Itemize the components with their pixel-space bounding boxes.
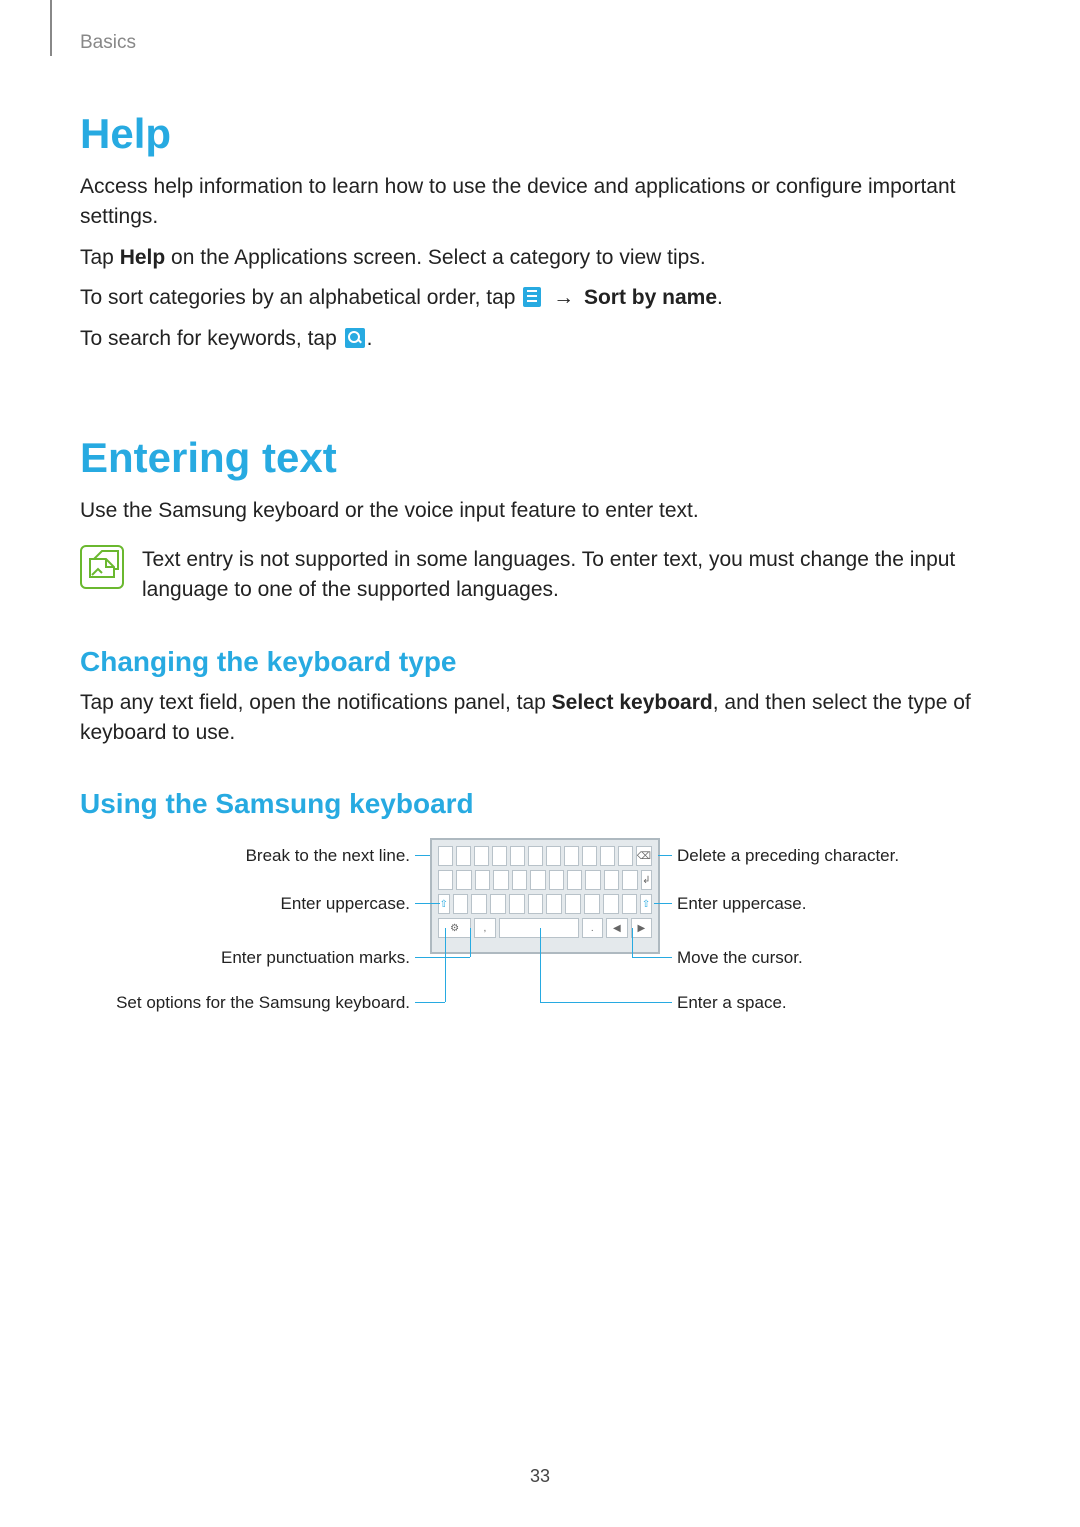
lead-line bbox=[540, 928, 541, 1002]
lead-line bbox=[632, 928, 633, 957]
heading-using-samsung-keyboard: Using the Samsung keyboard bbox=[80, 788, 1000, 820]
key-generic bbox=[622, 870, 637, 890]
key-backspace: ⌫ bbox=[636, 846, 652, 866]
lead-line bbox=[415, 903, 440, 904]
keyboard-graphic: ⌫ ↲ ⇧ ⇧ ⚙ , . ◀ ▶ bbox=[430, 838, 660, 954]
text-fragment: To sort categories by an alphabetical or… bbox=[80, 286, 521, 309]
key-generic bbox=[603, 894, 619, 914]
callout-break-line: Break to the next line. bbox=[80, 846, 410, 866]
key-generic bbox=[600, 846, 615, 866]
text-fragment: Tap bbox=[80, 246, 120, 269]
key-generic bbox=[471, 894, 487, 914]
key-generic bbox=[474, 846, 489, 866]
text-fragment: on the Applications screen. Select a cat… bbox=[165, 246, 705, 269]
key-generic bbox=[528, 846, 543, 866]
keyboard-diagram: ⌫ ↲ ⇧ ⇧ ⚙ , . ◀ ▶ Break to the next line… bbox=[80, 838, 1000, 1088]
key-enter: ↲ bbox=[641, 870, 652, 890]
bold-help: Help bbox=[120, 246, 166, 269]
key-generic bbox=[585, 870, 600, 890]
heading-help: Help bbox=[80, 110, 1000, 158]
key-generic bbox=[546, 846, 561, 866]
changing-paragraph-1: Tap any text field, open the notificatio… bbox=[80, 688, 1000, 749]
callout-punctuation: Enter punctuation marks. bbox=[80, 948, 410, 968]
note-row: Text entry is not supported in some lang… bbox=[80, 545, 1000, 606]
key-generic bbox=[438, 846, 453, 866]
key-shift-left: ⇧ bbox=[438, 894, 450, 914]
callout-enter-uppercase-right: Enter uppercase. bbox=[677, 894, 806, 914]
lead-line bbox=[415, 957, 470, 958]
key-generic bbox=[438, 870, 453, 890]
heading-entering-text: Entering text bbox=[80, 434, 1000, 482]
key-comma: , bbox=[474, 918, 495, 938]
key-cursor-right: ▶ bbox=[631, 918, 652, 938]
key-generic bbox=[492, 846, 507, 866]
text-fragment: . bbox=[717, 286, 723, 309]
key-generic bbox=[493, 870, 508, 890]
breadcrumb: Basics bbox=[80, 32, 136, 54]
key-generic bbox=[510, 846, 525, 866]
callout-delete-char: Delete a preceding character. bbox=[677, 846, 899, 866]
search-icon bbox=[345, 328, 365, 348]
key-generic bbox=[512, 870, 527, 890]
key-generic bbox=[509, 894, 525, 914]
key-space bbox=[499, 918, 579, 938]
lead-line bbox=[654, 903, 672, 904]
key-shift-right: ⇧ bbox=[640, 894, 652, 914]
arrow-icon: → bbox=[553, 286, 574, 309]
text-fragment: Tap any text field, open the notificatio… bbox=[80, 691, 552, 714]
text-fragment: . bbox=[367, 327, 373, 350]
key-generic bbox=[528, 894, 544, 914]
help-paragraph-1: Access help information to learn how to … bbox=[80, 172, 1000, 233]
note-text: Text entry is not supported in some lang… bbox=[142, 545, 1000, 606]
key-generic bbox=[490, 894, 506, 914]
key-generic bbox=[564, 846, 579, 866]
key-generic bbox=[530, 870, 545, 890]
key-generic bbox=[565, 894, 581, 914]
callout-enter-space: Enter a space. bbox=[677, 993, 787, 1013]
key-generic bbox=[456, 870, 471, 890]
key-generic bbox=[475, 870, 490, 890]
lead-line bbox=[470, 928, 471, 957]
key-generic bbox=[567, 870, 582, 890]
key-generic bbox=[618, 846, 633, 866]
entering-paragraph-1: Use the Samsung keyboard or the voice in… bbox=[80, 496, 1000, 526]
help-paragraph-3: To sort categories by an alphabetical or… bbox=[80, 283, 1000, 313]
key-cursor-left: ◀ bbox=[606, 918, 627, 938]
callout-move-cursor: Move the cursor. bbox=[677, 948, 803, 968]
key-period: . bbox=[582, 918, 603, 938]
key-settings: ⚙ bbox=[438, 918, 471, 938]
key-generic bbox=[622, 894, 638, 914]
lead-line bbox=[658, 855, 672, 856]
heading-changing-keyboard-type: Changing the keyboard type bbox=[80, 646, 1000, 678]
key-generic bbox=[604, 870, 619, 890]
callout-enter-uppercase-left: Enter uppercase. bbox=[80, 894, 410, 914]
callout-settings: Set options for the Samsung keyboard. bbox=[80, 993, 410, 1013]
key-generic bbox=[549, 870, 564, 890]
lead-line bbox=[540, 1002, 672, 1003]
page-number: 33 bbox=[0, 1466, 1080, 1487]
bold-sort-by-name: Sort by name bbox=[584, 286, 717, 309]
lead-line bbox=[632, 957, 672, 958]
note-icon bbox=[80, 545, 124, 589]
key-generic bbox=[582, 846, 597, 866]
text-fragment: To search for keywords, tap bbox=[80, 327, 343, 350]
help-paragraph-4: To search for keywords, tap . bbox=[80, 324, 1000, 354]
bold-select-keyboard: Select keyboard bbox=[552, 691, 713, 714]
header-tab-line bbox=[50, 0, 52, 56]
help-paragraph-2: Tap Help on the Applications screen. Sel… bbox=[80, 243, 1000, 273]
lead-line bbox=[415, 855, 430, 856]
lead-line bbox=[415, 1002, 445, 1003]
menu-icon bbox=[523, 287, 541, 307]
key-generic bbox=[456, 846, 471, 866]
page-content: Help Access help information to learn ho… bbox=[0, 0, 1080, 1128]
key-generic bbox=[546, 894, 562, 914]
lead-line bbox=[445, 928, 446, 1002]
key-generic bbox=[584, 894, 600, 914]
key-generic bbox=[453, 894, 469, 914]
